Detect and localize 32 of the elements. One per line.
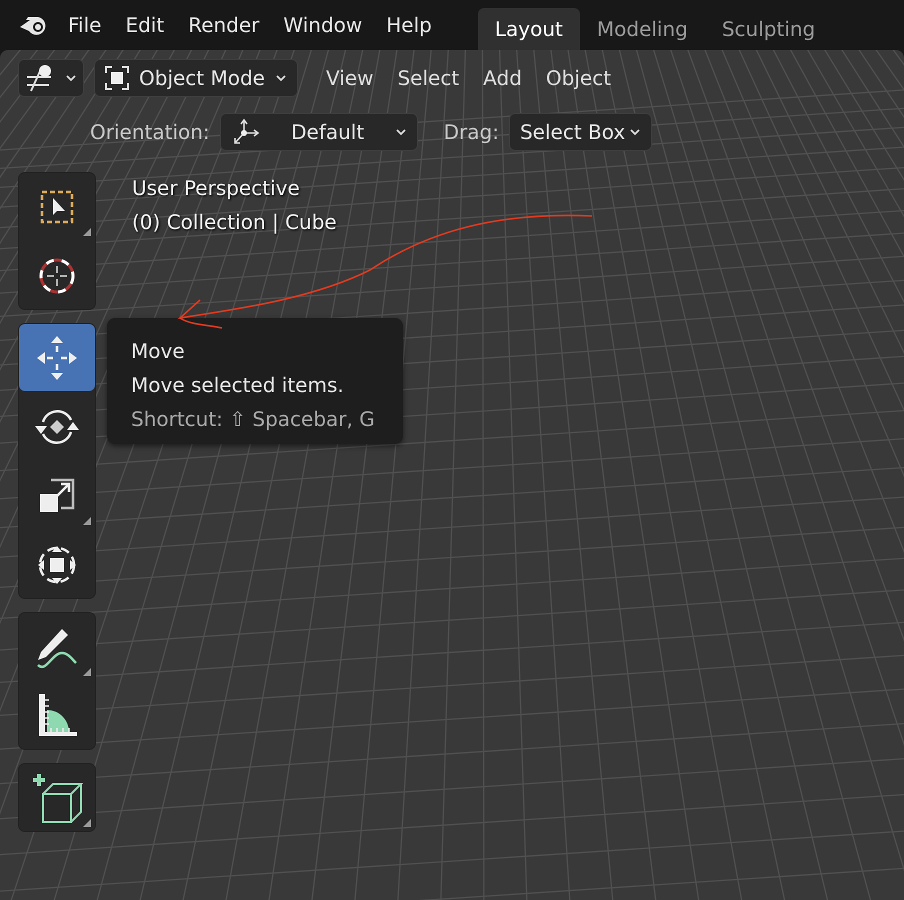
chevron-down-icon xyxy=(65,74,77,82)
select-box-icon xyxy=(39,188,75,224)
menu-item[interactable]: Window xyxy=(271,13,374,37)
menu-item[interactable]: File xyxy=(56,13,114,37)
menu-item[interactable]: Select xyxy=(385,66,472,90)
menu-item[interactable]: Render xyxy=(176,13,272,37)
chevron-down-icon xyxy=(275,74,287,82)
menu-item[interactable]: Edit xyxy=(113,13,176,37)
workspace-tab[interactable]: Modeling xyxy=(580,8,705,50)
drag-dropdown[interactable]: Select Box xyxy=(508,113,652,151)
mode-dropdown[interactable]: Object Mode xyxy=(94,59,298,97)
object-mode-icon xyxy=(105,66,129,90)
view-name-text: User Perspective xyxy=(132,175,301,202)
tooltip-title: Move xyxy=(131,338,186,365)
menu-item[interactable]: Add xyxy=(471,66,534,90)
menu-item[interactable]: View xyxy=(314,66,386,90)
chevron-down-icon xyxy=(394,128,407,136)
editor-type-dropdown[interactable] xyxy=(18,59,84,97)
drag-label: Drag: xyxy=(444,120,499,144)
menu-item[interactable]: Help xyxy=(374,13,444,37)
menu-item[interactable]: Object xyxy=(534,66,624,90)
crosshair-circle-icon xyxy=(37,256,77,296)
orientation-dropdown[interactable]: Default xyxy=(220,113,418,151)
tooltip-shortcut: Shortcut: ⇧ Spacebar, G xyxy=(131,406,375,433)
collection-text: (0) Collection | Cube xyxy=(132,209,337,236)
tooltip-description: Move selected items. xyxy=(131,372,345,399)
workspace-tab[interactable]: Sculpting xyxy=(704,8,832,50)
four-arrows-icon xyxy=(36,334,78,382)
add-cube-icon xyxy=(31,772,83,824)
chevron-down-icon xyxy=(629,128,642,136)
orientation-label: Orientation: xyxy=(90,120,210,144)
workspace-tab[interactable]: Layout xyxy=(478,8,580,50)
